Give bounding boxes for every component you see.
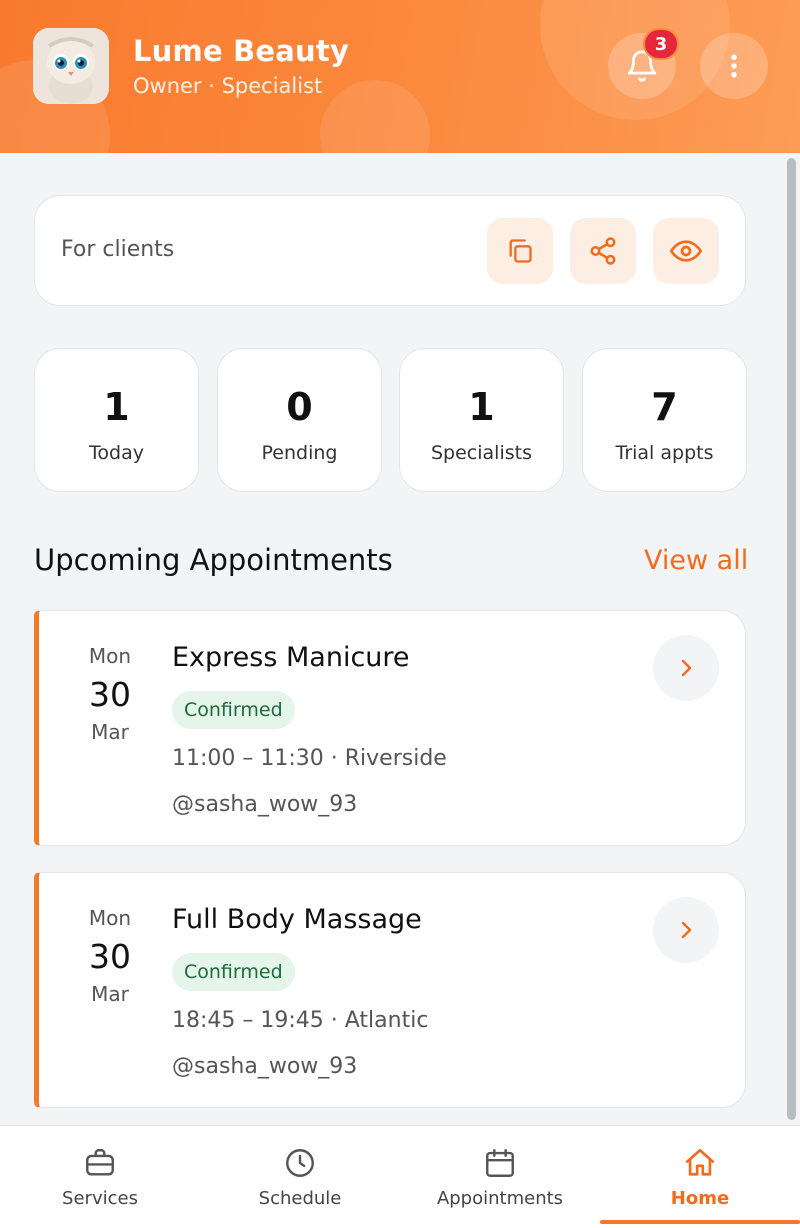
bottom-navigation: Services Schedule Appointments Home — [0, 1125, 800, 1228]
appointment-month: Mar — [91, 982, 129, 1006]
more-menu-button[interactable] — [700, 33, 768, 99]
stat-pending[interactable]: 0 Pending — [217, 348, 382, 492]
client-links-card: For clients — [34, 195, 746, 306]
stat-value: 0 — [286, 385, 313, 429]
stat-label: Today — [89, 442, 144, 464]
clock-icon — [286, 1149, 314, 1177]
more-vertical-icon — [731, 54, 737, 78]
nav-label: Appointments — [436, 1188, 564, 1209]
chevron-right-icon — [681, 659, 692, 677]
avatar[interactable] — [33, 28, 109, 104]
app-header: Lume Beauty Owner · Specialist 3 — [0, 0, 800, 153]
share-icon — [590, 237, 616, 265]
briefcase-icon — [86, 1149, 114, 1176]
stat-today[interactable]: 1 Today — [34, 348, 199, 492]
nav-item-home[interactable]: Home — [600, 1126, 800, 1228]
open-appointment-button[interactable] — [653, 897, 719, 963]
app-subtitle: Owner · Specialist — [133, 74, 323, 98]
copy-link-button[interactable] — [487, 218, 553, 284]
eye-icon — [670, 240, 702, 262]
appointment-weekday: Mon — [88, 906, 132, 930]
appointment-time-location: 18:45 – 19:45 · Atlantic — [172, 1008, 429, 1033]
nav-item-services[interactable]: Services — [0, 1126, 200, 1228]
share-button[interactable] — [570, 218, 636, 284]
stat-value: 1 — [103, 385, 130, 429]
appointment-day: 30 — [89, 675, 131, 714]
stat-trial-appts[interactable]: 7 Trial appts — [582, 348, 747, 492]
appointment-day: 30 — [89, 937, 131, 976]
view-all-link[interactable]: View all — [644, 545, 748, 576]
nav-item-appointments[interactable]: Appointments — [400, 1126, 600, 1228]
chevron-right-icon — [681, 921, 692, 939]
status-badge: Confirmed — [172, 691, 295, 729]
appointment-month: Mar — [91, 720, 129, 744]
stat-label: Specialists — [431, 442, 532, 464]
nav-label: Schedule — [258, 1188, 342, 1209]
appointment-time-location: 11:00 – 11:30 · Riverside — [172, 746, 447, 771]
scrollbar-thumb[interactable] — [787, 158, 796, 1120]
stat-value: 1 — [468, 385, 495, 429]
appointment-client: @sasha_wow_93 — [172, 1054, 358, 1079]
header-decoration — [320, 80, 430, 153]
copy-icon — [509, 239, 532, 263]
section-title: Upcoming Appointments — [34, 543, 393, 577]
appointment-client: @sasha_wow_93 — [172, 792, 358, 817]
appointment-card[interactable]: Mon 30 Mar Express Manicure Confirmed 11… — [34, 610, 746, 846]
stat-label: Pending — [261, 442, 338, 464]
status-badge: Confirmed — [172, 953, 295, 991]
stat-label: Trial appts — [615, 442, 714, 464]
app-title: Lume Beauty — [133, 34, 350, 68]
nav-item-schedule[interactable]: Schedule — [200, 1126, 400, 1228]
client-links-label: For clients — [61, 237, 175, 262]
home-icon — [685, 1148, 715, 1176]
stat-specialists[interactable]: 1 Specialists — [399, 348, 564, 492]
preview-button[interactable] — [653, 218, 719, 284]
notification-count-badge: 3 — [643, 28, 679, 60]
calendar-icon — [486, 1149, 514, 1177]
active-tab-indicator — [600, 1220, 800, 1224]
nav-label: Home — [670, 1188, 730, 1209]
appointment-weekday: Mon — [88, 644, 132, 668]
nav-label: Services — [62, 1188, 138, 1209]
appointment-service: Full Body Massage — [172, 904, 422, 935]
appointment-service: Express Manicure — [172, 642, 410, 673]
open-appointment-button[interactable] — [653, 635, 719, 701]
appointment-card[interactable]: Mon 30 Mar Full Body Massage Confirmed 1… — [34, 872, 746, 1108]
stat-value: 7 — [651, 385, 678, 429]
